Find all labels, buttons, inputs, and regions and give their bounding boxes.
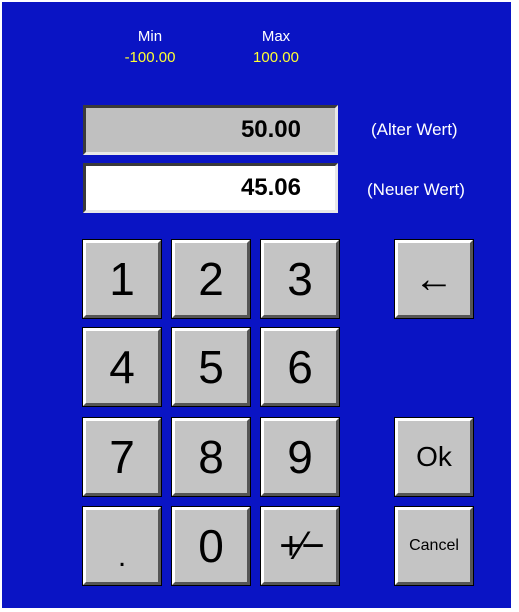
plus-minus-icon: +⁄− [279, 524, 324, 568]
min-value: -100.00 [124, 49, 176, 66]
key-5-button[interactable]: 5 [171, 327, 251, 407]
key-1-button[interactable]: 1 [82, 239, 162, 319]
plus-minus-button[interactable]: +⁄− [260, 506, 340, 586]
key-0-button[interactable]: 0 [171, 506, 251, 586]
max-value: 100.00 [253, 49, 299, 66]
old-value-field: 50.00 [83, 105, 338, 155]
key-4-button[interactable]: 4 [82, 327, 162, 407]
backspace-button[interactable]: ← [394, 239, 474, 319]
decimal-point-button[interactable]: . [82, 506, 162, 586]
key-9-button[interactable]: 9 [260, 417, 340, 497]
old-value-label: (Alter Wert) [371, 120, 458, 139]
key-7-button[interactable]: 7 [82, 417, 162, 497]
arrow-left-icon: ← [414, 257, 454, 301]
min-label: Min [137, 28, 163, 45]
key-2-button[interactable]: 2 [171, 239, 251, 319]
new-value-label: (Neuer Wert) [367, 180, 465, 199]
ok-button[interactable]: Ok [394, 417, 474, 497]
new-value-field[interactable]: 45.06 [83, 163, 338, 213]
cancel-button[interactable]: Cancel [394, 506, 474, 586]
key-8-button[interactable]: 8 [171, 417, 251, 497]
key-6-button[interactable]: 6 [260, 327, 340, 407]
numeric-input-dialog: Min -100.00 Max 100.00 50.00 (Alter Wert… [0, 0, 519, 612]
max-label: Max [261, 28, 291, 45]
key-3-button[interactable]: 3 [260, 239, 340, 319]
